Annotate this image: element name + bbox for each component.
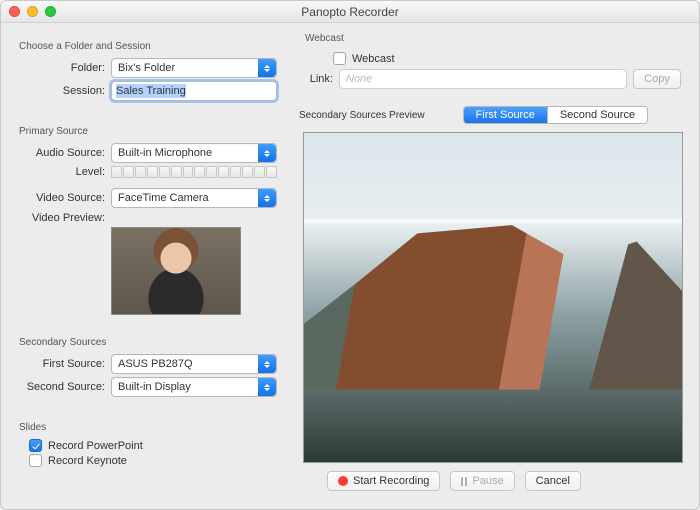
- second-source-value: Built-in Display: [118, 381, 191, 393]
- start-recording-button[interactable]: Start Recording: [327, 471, 440, 491]
- preview-group-label: Secondary Sources Preview: [299, 110, 425, 121]
- second-source-label: Second Source:: [19, 381, 105, 393]
- tab-second-source[interactable]: Second Source: [547, 107, 647, 123]
- window-content: Choose a Folder and Session Folder: Bix'…: [1, 23, 699, 509]
- folder-select[interactable]: Bix's Folder: [111, 58, 277, 78]
- session-value: Sales Training: [116, 84, 186, 98]
- group-label: Secondary Sources: [19, 337, 277, 348]
- folder-label: Folder:: [19, 62, 105, 74]
- record-keynote-label: Record Keynote: [48, 455, 127, 467]
- window-title: Panopto Recorder: [1, 5, 699, 19]
- window-titlebar: Panopto Recorder: [1, 1, 699, 23]
- video-source-value: FaceTime Camera: [118, 192, 209, 204]
- stepper-arrows-icon: [258, 144, 276, 162]
- bottom-button-bar: Start Recording Pause Cancel: [327, 463, 687, 501]
- first-source-select[interactable]: ASUS PB287Q: [111, 354, 277, 374]
- session-label: Session:: [19, 85, 105, 97]
- group-webcast: Webcast Webcast Link: None Copy: [299, 33, 687, 98]
- pause-icon: [461, 477, 467, 486]
- group-label: Slides: [19, 422, 277, 433]
- record-powerpoint-checkbox[interactable]: [29, 439, 42, 452]
- right-column: Webcast Webcast Link: None Copy: [299, 33, 687, 501]
- video-source-label: Video Source:: [19, 192, 105, 204]
- recorder-window: Panopto Recorder Choose a Folder and Ses…: [0, 0, 700, 510]
- stepper-arrows-icon: [258, 189, 276, 207]
- tab-first-source[interactable]: First Source: [464, 107, 547, 123]
- desktop-wallpaper-preview: [304, 133, 682, 462]
- webcast-label: Webcast: [352, 53, 395, 65]
- screen-preview-image: [303, 132, 683, 463]
- pause-button[interactable]: Pause: [450, 471, 514, 491]
- left-column: Choose a Folder and Session Folder: Bix'…: [13, 33, 283, 501]
- webcast-link-input[interactable]: None: [339, 69, 627, 89]
- audio-level-label: Level:: [19, 166, 105, 178]
- preview-source-tabs: First Source Second Source: [463, 106, 649, 124]
- secondary-preview-panel: Secondary Sources Preview First Source S…: [299, 106, 687, 463]
- link-placeholder: None: [346, 73, 372, 85]
- stepper-arrows-icon: [258, 59, 276, 77]
- group-primary-source: Primary Source Audio Source: Built-in Mi…: [13, 118, 283, 321]
- audio-level-meter: [111, 166, 277, 178]
- group-label: Webcast: [305, 33, 681, 44]
- cancel-button[interactable]: Cancel: [525, 471, 581, 491]
- video-source-select[interactable]: FaceTime Camera: [111, 188, 277, 208]
- first-source-value: ASUS PB287Q: [118, 358, 193, 370]
- stepper-arrows-icon: [258, 355, 276, 373]
- record-icon: [338, 476, 348, 486]
- first-source-label: First Source:: [19, 358, 105, 370]
- group-label: Choose a Folder and Session: [19, 41, 277, 52]
- webcast-checkbox[interactable]: [333, 52, 346, 65]
- camera-preview-image: [112, 228, 240, 314]
- audio-source-select[interactable]: Built-in Microphone: [111, 143, 277, 163]
- copy-button[interactable]: Copy: [633, 69, 681, 89]
- stepper-arrows-icon: [258, 378, 276, 396]
- group-slides: Slides Record PowerPoint Record Keynote: [13, 414, 283, 475]
- group-folder-session: Choose a Folder and Session Folder: Bix'…: [13, 33, 283, 110]
- group-label: Primary Source: [19, 126, 277, 137]
- audio-source-value: Built-in Microphone: [118, 147, 212, 159]
- record-powerpoint-label: Record PowerPoint: [48, 440, 143, 452]
- group-secondary-sources: Secondary Sources First Source: ASUS PB2…: [13, 329, 283, 406]
- folder-value: Bix's Folder: [118, 62, 175, 74]
- session-input[interactable]: Sales Training: [111, 81, 277, 101]
- audio-source-label: Audio Source:: [19, 147, 105, 159]
- link-label: Link:: [305, 73, 333, 85]
- video-preview-thumbnail: [111, 227, 241, 315]
- video-preview-label: Video Preview:: [19, 212, 105, 224]
- record-keynote-checkbox[interactable]: [29, 454, 42, 467]
- second-source-select[interactable]: Built-in Display: [111, 377, 277, 397]
